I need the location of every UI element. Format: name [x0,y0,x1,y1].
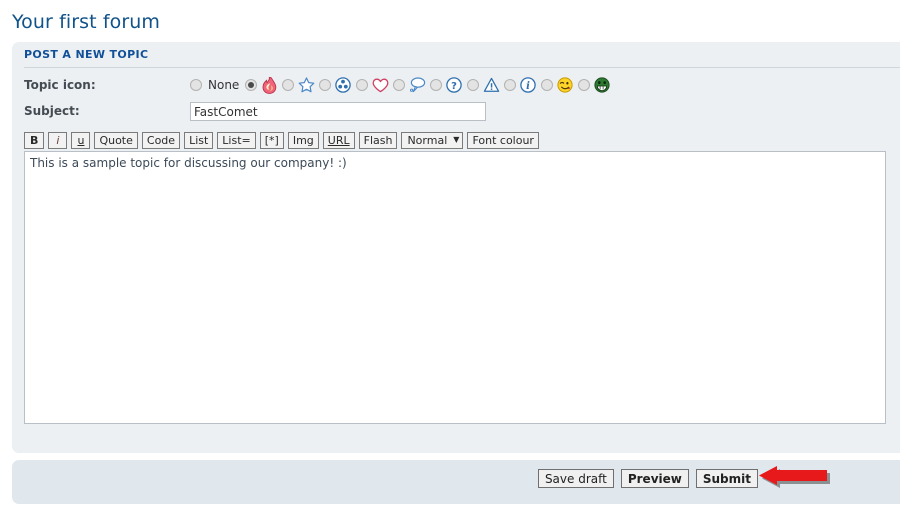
toolbar-underline-button[interactable]: u [71,131,91,149]
toolbar-code-button[interactable]: Code [141,131,181,149]
save-draft-button[interactable]: Save draft [537,469,614,488]
star-icon [297,76,315,94]
toolbar-url-button[interactable]: URL [322,131,355,149]
subject-label: Subject: [24,104,80,118]
toolbar-img-button[interactable]: Img [287,131,319,149]
page-title: Your first forum [12,11,161,33]
toolbar-bold-button[interactable]: B [24,131,45,149]
font-colour-button[interactable]: Font colour [467,131,539,149]
svg-text:i: i [526,81,530,92]
warning-icon [482,76,500,94]
svg-text:?: ? [451,81,457,92]
topic-icon-option-info[interactable]: i [504,76,537,94]
topic-icon-label: Topic icon: [24,78,96,92]
topic-icon-options: None ? i [190,76,615,94]
font-size-select-value: Normal [407,133,448,147]
topic-icon-row: Topic icon: None ? i [12,68,900,94]
info-icon: i [519,76,537,94]
radio-warning[interactable] [467,79,480,91]
post-topic-panel: POST A NEW TOPIC Topic icon: None ? i Su… [12,42,900,453]
form-actions: Save draft Preview Submit [531,469,758,488]
smiley-yellow-icon [556,76,574,94]
smiley-green-icon [593,76,611,94]
toolbar-list-item-button[interactable]: [*] [259,131,284,149]
toolbar-list-button[interactable]: List [184,131,214,149]
subject-row: Subject: [12,94,900,121]
topic-icon-option-question[interactable]: ? [430,76,463,94]
thought-bubble-icon [408,76,426,94]
radio-radioactive[interactable] [319,79,332,91]
subject-input[interactable] [190,102,486,121]
editor-toolbar: B i u Quote Code List List= [*] Img URL … [24,131,888,149]
question-icon: ? [445,76,463,94]
form-actions-panel: Save draft Preview Submit [12,460,900,504]
topic-icon-option-smiley-green[interactable] [578,76,611,94]
topic-icon-option-star[interactable] [282,76,315,94]
topic-icon-option-none[interactable]: None [190,78,241,92]
submit-button[interactable]: Submit [695,469,758,488]
font-size-select[interactable]: Normal ▼ [401,131,464,149]
editor: B i u Quote Code List List= [*] Img URL … [12,121,900,427]
topic-icon-option-radioactive[interactable] [319,76,352,94]
radio-info[interactable] [504,79,517,91]
topic-icon-option-thought-bubble[interactable] [393,76,426,94]
radio-question[interactable] [430,79,443,91]
toolbar-italic-button[interactable]: i [48,131,68,149]
flame-icon [260,76,278,94]
radio-thought-bubble[interactable] [393,79,406,91]
radio-none[interactable] [190,79,202,91]
radio-smiley-green[interactable] [578,79,591,91]
topic-icon-option-warning[interactable] [467,76,500,94]
topic-icon-option-smiley-yellow[interactable] [541,76,574,94]
preview-button[interactable]: Preview [620,469,689,488]
radio-heart[interactable] [356,79,369,91]
panel-heading-text: POST A NEW TOPIC [24,48,149,61]
radio-smiley-yellow[interactable] [541,79,554,91]
radioactive-icon [334,76,352,94]
chevron-down-icon: ▼ [453,135,460,144]
panel-header: POST A NEW TOPIC [12,42,900,63]
message-body-textarea[interactable] [24,151,886,424]
topic-icon-option-flame[interactable] [245,76,278,94]
radio-flame[interactable] [245,79,258,91]
topic-icon-option-heart[interactable] [356,76,389,94]
toolbar-list-ordered-button[interactable]: List= [217,131,256,149]
topic-icon-none-label: None [208,78,240,92]
toolbar-quote-button[interactable]: Quote [94,131,138,149]
heart-icon [371,76,389,94]
toolbar-flash-button[interactable]: Flash [358,131,398,149]
radio-star[interactable] [282,79,295,91]
